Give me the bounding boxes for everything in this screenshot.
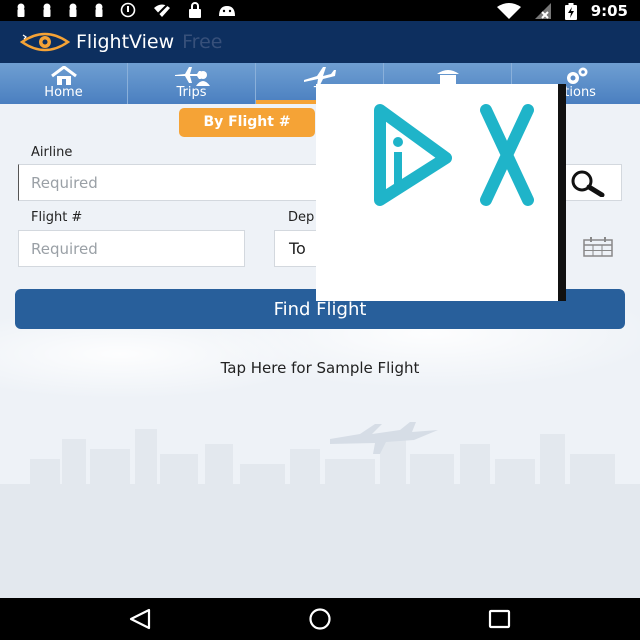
- notification-icon: [95, 3, 103, 17]
- ad-logo-icon: [374, 104, 534, 206]
- wifi-icon: [496, 3, 521, 19]
- navigation-bar: [0, 598, 640, 640]
- departure-date-label: Dep: [288, 210, 315, 225]
- trips-icon: [174, 67, 210, 86]
- tab-home-label: Home: [44, 85, 83, 100]
- back-icon[interactable]: [127, 608, 153, 630]
- search-icon[interactable]: [569, 169, 607, 197]
- tab-trips-label: Trips: [176, 85, 207, 100]
- wifi-off-icon: [154, 2, 170, 18]
- free-label: Free: [182, 31, 223, 53]
- recents-icon[interactable]: [487, 608, 513, 630]
- plane-icon: [303, 67, 336, 85]
- sample-flight-link[interactable]: Tap Here for Sample Flight: [0, 359, 640, 377]
- home-nav-icon[interactable]: [306, 608, 334, 630]
- airport-icon: [436, 70, 459, 85]
- home-icon: [50, 66, 77, 85]
- tab-trips[interactable]: Trips: [128, 63, 256, 104]
- app-title: FlightView Free: [76, 31, 223, 53]
- app-bar: FlightView Free: [0, 21, 640, 63]
- alarm-icon: [120, 2, 136, 18]
- calendar-icon[interactable]: [583, 237, 613, 257]
- notification-icon: [17, 3, 25, 17]
- tab-home[interactable]: Home: [0, 63, 128, 104]
- notification-icon: [69, 3, 77, 17]
- flight-number-input[interactable]: [18, 230, 245, 267]
- status-bar: 9:05: [0, 0, 640, 21]
- airline-label: Airline: [31, 145, 73, 160]
- no-sim-icon: [534, 3, 551, 19]
- android-icon: [219, 6, 235, 16]
- by-flight-button[interactable]: By Flight #: [179, 108, 315, 137]
- eye-logo-icon: [20, 32, 70, 52]
- flight-number-label: Flight #: [31, 210, 83, 225]
- notification-icon: [43, 3, 51, 17]
- lock-icon: [189, 2, 201, 18]
- ad-edge: [558, 84, 566, 301]
- ad-overlay[interactable]: [316, 84, 566, 301]
- battery-charging-icon: [564, 2, 577, 20]
- clock: 9:05: [590, 2, 628, 20]
- gears-icon: [567, 67, 588, 84]
